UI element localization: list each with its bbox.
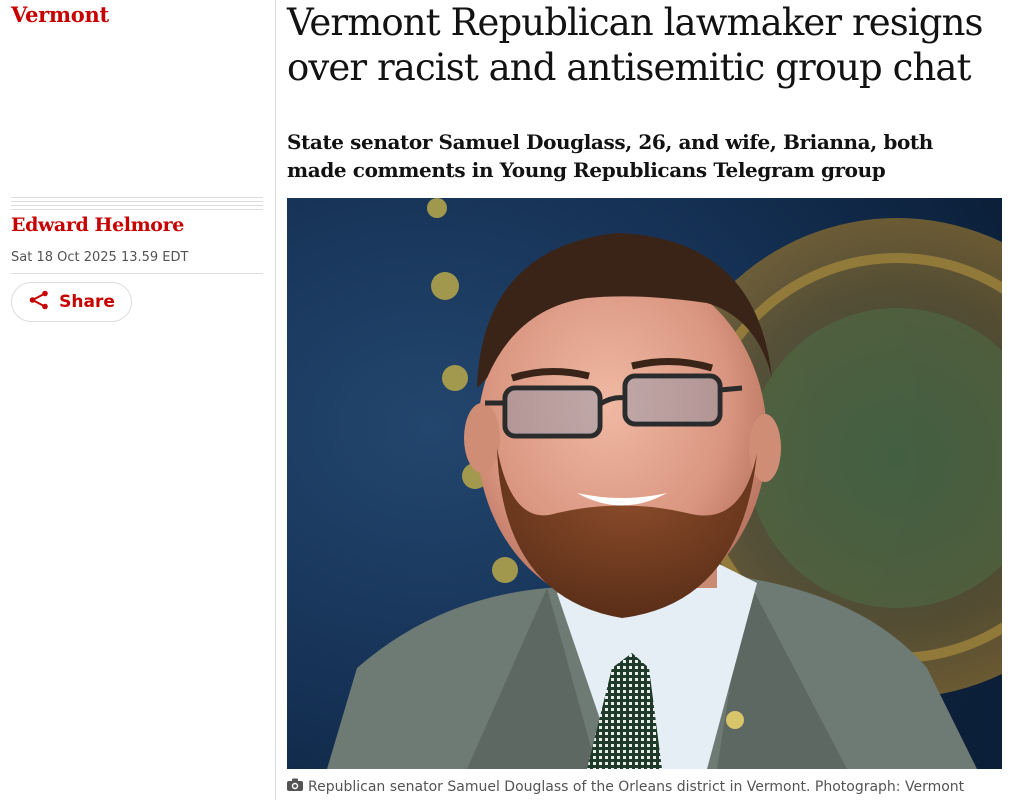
publish-date: Sat 18 Oct 2025 13.59 EDT: [11, 250, 189, 265]
photo-caption: Republican senator Samuel Douglass of th…: [287, 778, 1007, 795]
article-headline: Vermont Republican lawmaker resigns over…: [287, 1, 984, 89]
author-link[interactable]: Edward Helmore: [11, 214, 184, 236]
meta-divider: [11, 273, 263, 274]
share-icon: [28, 289, 50, 315]
share-button[interactable]: Share: [11, 282, 132, 322]
camera-icon: [287, 778, 303, 795]
section-link[interactable]: Vermont: [11, 2, 109, 27]
article-standfirst: State senator Samuel Douglass, 26, and w…: [287, 130, 933, 182]
caption-text: Republican senator Samuel Douglass of th…: [308, 778, 965, 795]
share-label: Share: [59, 292, 115, 312]
meta-rules: [11, 197, 263, 211]
left-meta-column: Vermont Edward Helmore Sat 18 Oct 2025 1…: [0, 0, 276, 800]
main-photo: [287, 198, 1002, 769]
